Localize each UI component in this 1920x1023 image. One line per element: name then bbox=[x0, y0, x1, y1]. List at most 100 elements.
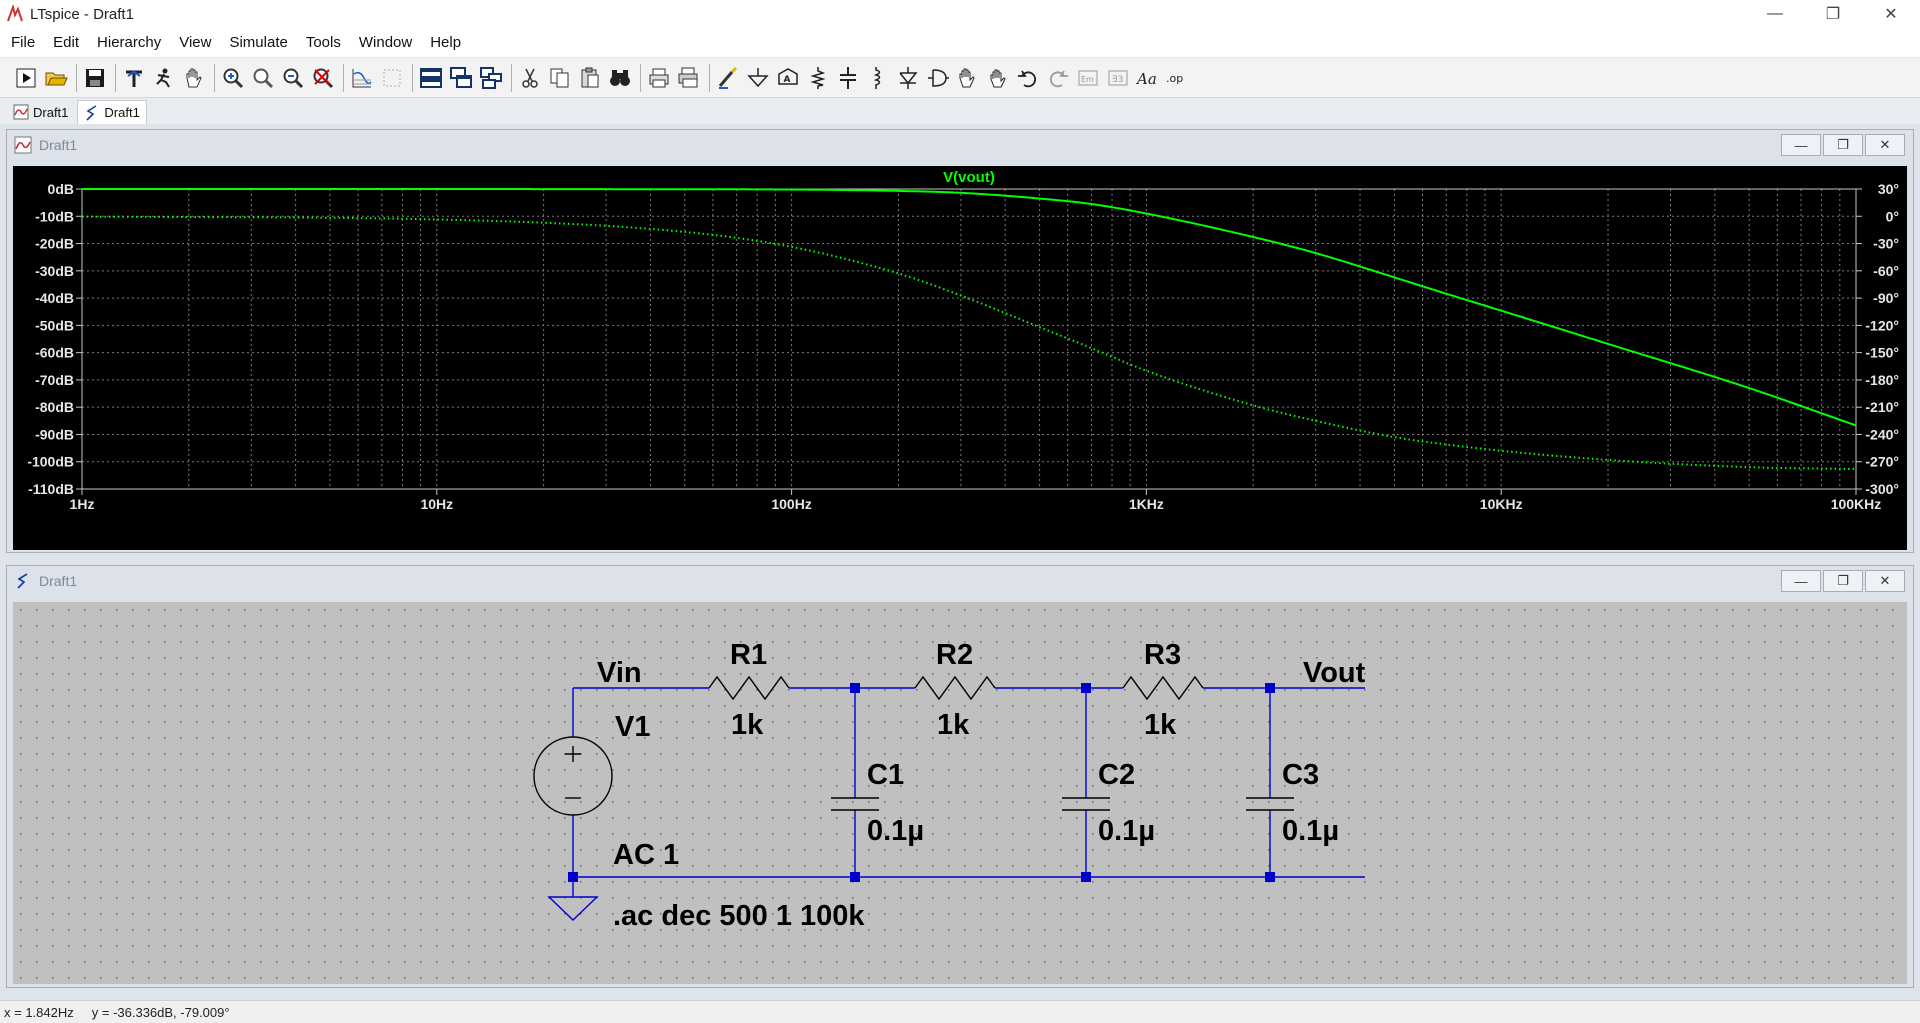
x-tick-label: 100Hz bbox=[771, 496, 811, 512]
menu-tools[interactable]: Tools bbox=[297, 28, 350, 58]
y2-tick-label: -300° bbox=[1865, 481, 1899, 497]
print-icon[interactable] bbox=[645, 63, 672, 93]
label-icon[interactable]: A bbox=[774, 63, 801, 93]
capacitor-icon[interactable] bbox=[834, 63, 861, 93]
net-label-vout[interactable]: Vout bbox=[1303, 657, 1366, 689]
r3-name[interactable]: R3 bbox=[1144, 639, 1181, 671]
y2-tick-label: 0° bbox=[1886, 208, 1899, 224]
schematic-minimize-button[interactable]: — bbox=[1781, 570, 1821, 592]
undo-icon[interactable] bbox=[1014, 63, 1041, 93]
trace-label-vout[interactable]: V(vout) bbox=[943, 169, 995, 186]
y-tick-label: -50dB bbox=[35, 317, 74, 333]
cascade-icon[interactable] bbox=[447, 63, 474, 93]
rotate-icon[interactable]: Em bbox=[1074, 63, 1101, 93]
restore-button[interactable]: ❐ bbox=[1804, 0, 1862, 28]
title-bar: LTspice - Draft1 — ❐ ✕ bbox=[0, 0, 1920, 28]
tab-waveform-draft1[interactable]: Draft1 bbox=[6, 100, 75, 124]
menu-file[interactable]: File bbox=[2, 28, 44, 58]
copy-icon[interactable] bbox=[546, 63, 573, 93]
pan-icon[interactable] bbox=[180, 63, 207, 93]
waveform-maximize-button[interactable]: ❐ bbox=[1823, 134, 1863, 156]
v1-value[interactable]: AC 1 bbox=[613, 839, 679, 871]
text-icon[interactable]: Aa bbox=[1134, 63, 1161, 93]
document-tab-bar: Draft1 Draft1 bbox=[0, 98, 1920, 124]
mark-icon[interactable] bbox=[378, 63, 405, 93]
menu-help[interactable]: Help bbox=[421, 28, 470, 58]
c2-value[interactable]: 0.1µ bbox=[1098, 815, 1155, 847]
x-tick-label: 1Hz bbox=[70, 496, 95, 512]
y-tick-label: 0dB bbox=[48, 181, 74, 197]
zoom-area-icon[interactable] bbox=[249, 63, 276, 93]
bode-plot-svg[interactable]: 0dB -10dB -20dB -30dB -40dB -50dB -60dB -70dB -8… bbox=[13, 166, 1907, 550]
schematic-window: Draft1 — ❐ ✕ Vin Vout R1 R2 R3 1k 1k 1k … bbox=[6, 565, 1914, 988]
spice-directive-icon[interactable]: .op bbox=[1164, 63, 1191, 93]
open-icon[interactable] bbox=[42, 63, 69, 93]
r1-value[interactable]: 1k bbox=[731, 709, 764, 741]
schematic-maximize-button[interactable]: ❐ bbox=[1823, 570, 1863, 592]
junction-ground-c3 bbox=[1265, 872, 1275, 882]
svg-text:Ǝ3: Ǝ3 bbox=[1112, 75, 1123, 85]
menu-window[interactable]: Window bbox=[350, 28, 421, 58]
net-label-vin[interactable]: Vin bbox=[597, 657, 642, 689]
find-icon[interactable] bbox=[606, 63, 633, 93]
menu-edit[interactable]: Edit bbox=[44, 28, 88, 58]
x-tick-label: 1KHz bbox=[1129, 496, 1164, 512]
close-button[interactable]: ✕ bbox=[1862, 0, 1920, 28]
ac-directive[interactable]: .ac dec 500 1 100k bbox=[613, 900, 865, 932]
r2-name[interactable]: R2 bbox=[936, 639, 973, 671]
zoom-in-icon[interactable] bbox=[219, 63, 246, 93]
zoom-cancel-icon[interactable] bbox=[309, 63, 336, 93]
zoom-out-icon[interactable] bbox=[279, 63, 306, 93]
schematic-window-title: Draft1 bbox=[39, 573, 78, 589]
r2-value[interactable]: 1k bbox=[937, 709, 970, 741]
waveform-window: Draft1 — ❐ ✕ 0dB -10dB -20dB -30dB -40dB -50d… bbox=[6, 129, 1914, 553]
v1-name[interactable]: V1 bbox=[615, 711, 650, 743]
tab-schematic-draft1[interactable]: Draft1 bbox=[77, 100, 147, 124]
c2-name[interactable]: C2 bbox=[1098, 759, 1135, 791]
save-icon[interactable] bbox=[81, 63, 108, 93]
waveform-window-title: Draft1 bbox=[39, 137, 78, 153]
minimize-button[interactable]: — bbox=[1746, 0, 1804, 28]
paste-icon[interactable] bbox=[576, 63, 603, 93]
halt-icon[interactable] bbox=[150, 63, 177, 93]
redo-icon[interactable] bbox=[1044, 63, 1071, 93]
menu-simulate[interactable]: Simulate bbox=[220, 28, 296, 58]
c3-value[interactable]: 0.1µ bbox=[1282, 815, 1339, 847]
waveform-minimize-button[interactable]: — bbox=[1781, 134, 1821, 156]
menu-hierarchy[interactable]: Hierarchy bbox=[88, 28, 170, 58]
tile-vertical-icon[interactable] bbox=[477, 63, 504, 93]
y-tick-label: -90dB bbox=[35, 426, 74, 442]
inductor-icon[interactable] bbox=[864, 63, 891, 93]
wire-icon[interactable] bbox=[714, 63, 741, 93]
c3-name[interactable]: C3 bbox=[1282, 759, 1319, 791]
y2-tick-label: -270° bbox=[1865, 454, 1899, 470]
move-icon[interactable] bbox=[954, 63, 981, 93]
autorange-icon[interactable] bbox=[348, 63, 375, 93]
schematic-icon bbox=[86, 104, 97, 121]
waveform-close-button[interactable]: ✕ bbox=[1865, 134, 1905, 156]
schematic-svg[interactable]: Vin Vout R1 R2 R3 1k 1k 1k C1 C2 C3 0.1µ… bbox=[13, 602, 1907, 984]
r1-name[interactable]: R1 bbox=[730, 639, 767, 671]
y-tick-label: -10dB bbox=[35, 208, 74, 224]
cut-icon[interactable] bbox=[516, 63, 543, 93]
c1-name[interactable]: C1 bbox=[867, 759, 904, 791]
component-icon[interactable] bbox=[924, 63, 951, 93]
tile-horizontal-icon[interactable] bbox=[417, 63, 444, 93]
waveform-plot[interactable]: 0dB -10dB -20dB -30dB -40dB -50dB -60dB -70dB -8… bbox=[13, 166, 1907, 550]
menu-view[interactable]: View bbox=[170, 28, 220, 58]
r3-value[interactable]: 1k bbox=[1144, 709, 1177, 741]
y-tick-label: -20dB bbox=[35, 236, 74, 252]
resistor-icon[interactable] bbox=[804, 63, 831, 93]
c1-value[interactable]: 0.1µ bbox=[867, 815, 924, 847]
drag-icon[interactable] bbox=[984, 63, 1011, 93]
waveform-window-header: Draft1 — ❐ ✕ bbox=[7, 130, 1913, 160]
diode-icon[interactable] bbox=[894, 63, 921, 93]
schematic-close-button[interactable]: ✕ bbox=[1865, 570, 1905, 592]
ground-icon[interactable] bbox=[744, 63, 771, 93]
menu-bar: File Edit Hierarchy View Simulate Tools … bbox=[0, 28, 1920, 58]
schematic-canvas[interactable]: Vin Vout R1 R2 R3 1k 1k 1k C1 C2 C3 0.1µ… bbox=[13, 602, 1907, 984]
print-setup-icon[interactable] bbox=[675, 63, 702, 93]
control-panel-icon[interactable] bbox=[120, 63, 147, 93]
run-icon[interactable] bbox=[12, 63, 39, 93]
mirror-icon[interactable]: Ǝ3 bbox=[1104, 63, 1131, 93]
